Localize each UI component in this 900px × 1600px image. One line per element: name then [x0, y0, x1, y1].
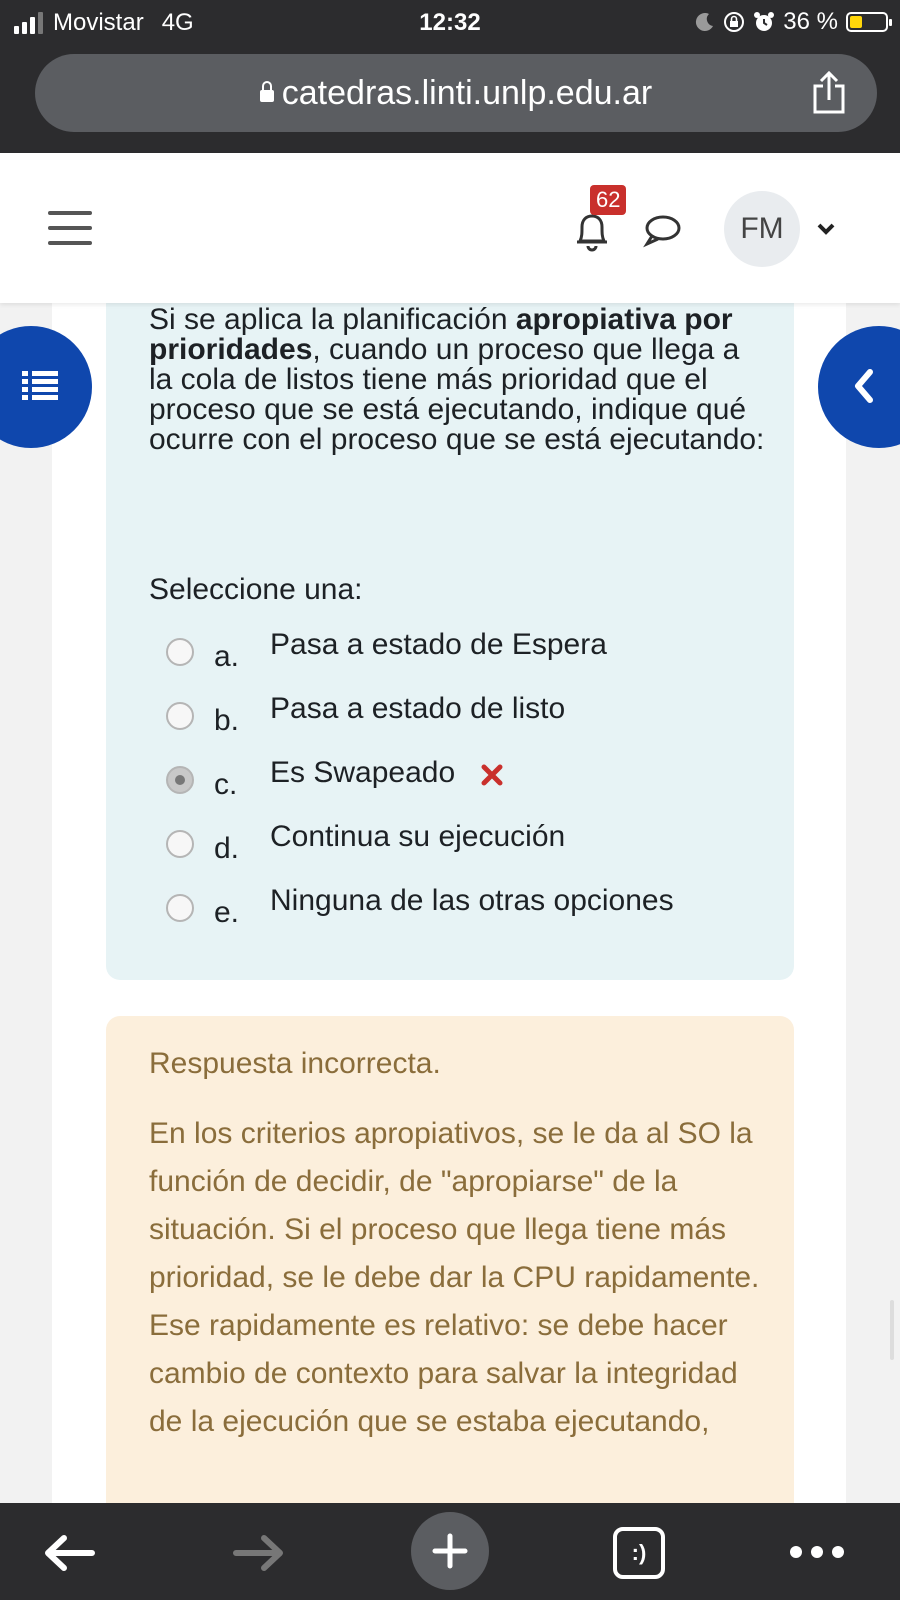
more-icon[interactable] — [790, 1546, 844, 1558]
url-text: catedras.linti.unlp.edu.ar — [281, 74, 653, 112]
incorrect-icon — [481, 764, 503, 786]
share-icon[interactable] — [809, 70, 849, 116]
status-bar: Movistar 4G 12:32 36 % — [0, 0, 900, 46]
orientation-lock-icon — [724, 12, 745, 32]
feedback-title: Respuesta incorrecta. — [149, 1047, 441, 1080]
tabs-button[interactable]: :) — [613, 1527, 665, 1579]
address-bar[interactable]: catedras.linti.unlp.edu.ar — [35, 54, 877, 132]
chat-icon[interactable] — [642, 213, 682, 249]
radio-a[interactable] — [166, 638, 194, 666]
plus-icon — [432, 1533, 468, 1569]
browser-toolbar: catedras.linti.unlp.edu.ar — [0, 46, 900, 153]
back-arrow-icon[interactable] — [42, 1533, 96, 1573]
menu-icon[interactable] — [48, 211, 92, 245]
new-tab-button[interactable] — [411, 1512, 489, 1590]
battery-percent: 36 % — [783, 8, 838, 35]
radio-e[interactable] — [166, 894, 194, 922]
radio-d[interactable] — [166, 830, 194, 858]
site-header: 62 FM — [0, 153, 900, 303]
question-text: Si se aplica la planificación apropiativ… — [149, 303, 765, 456]
chevron-left-icon — [855, 369, 873, 403]
list-icon — [22, 371, 58, 400]
bottom-toolbar: :) — [0, 1503, 900, 1600]
radio-b[interactable] — [166, 702, 194, 730]
alarm-icon — [754, 12, 775, 31]
lock-icon — [259, 81, 274, 102]
user-avatar[interactable]: FM — [724, 191, 800, 267]
battery-icon — [846, 12, 892, 32]
feedback-text: En los criterios apropiativos, se le da … — [149, 1117, 760, 1438]
notification-badge: 62 — [590, 185, 627, 215]
chevron-down-icon[interactable] — [816, 221, 836, 237]
bell-icon[interactable] — [572, 209, 612, 253]
moon-icon — [696, 13, 714, 32]
select-label: Seleccione una: — [149, 573, 363, 606]
forward-arrow-icon[interactable] — [232, 1533, 286, 1573]
radio-c-selected[interactable] — [166, 766, 194, 794]
scrollbar[interactable] — [890, 1300, 894, 1360]
